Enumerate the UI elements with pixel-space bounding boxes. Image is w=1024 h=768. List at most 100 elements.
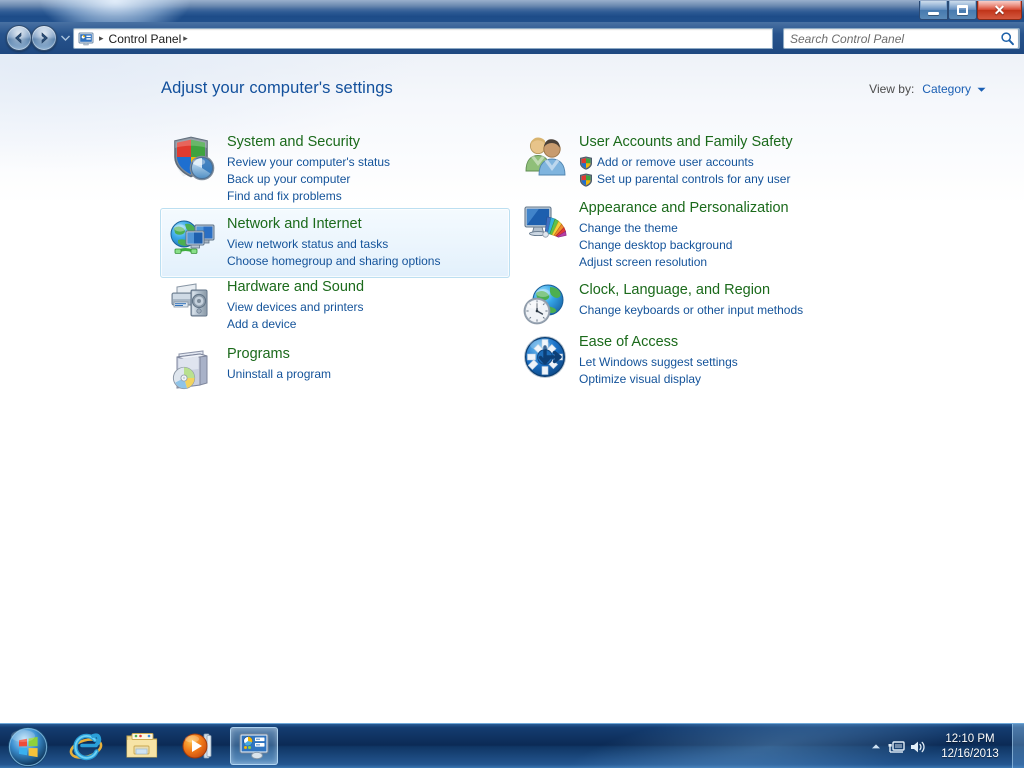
window-controls: ✕ bbox=[919, 1, 1022, 21]
category-link[interactable]: Add or remove user accounts bbox=[579, 154, 793, 171]
show-desktop-button[interactable] bbox=[1012, 724, 1024, 768]
category-ease-of-access[interactable]: Ease of Access Let Windows suggest setti… bbox=[512, 326, 912, 396]
category-texts: Programs Uninstall a program bbox=[227, 345, 331, 383]
link-text: View network status and tasks bbox=[227, 237, 389, 251]
category-title[interactable]: Ease of Access bbox=[579, 334, 738, 351]
category-link[interactable]: Change the theme bbox=[579, 220, 789, 237]
control-panel-window: ✕ ▸ Control Panel ▸ Search Control Panel… bbox=[0, 0, 1024, 723]
address-bar[interactable]: ▸ Control Panel ▸ bbox=[73, 28, 773, 49]
category-grid: System and Security Review your computer… bbox=[0, 54, 1024, 723]
recent-pages-button[interactable] bbox=[60, 34, 70, 42]
category-texts: Ease of Access Let Windows suggest setti… bbox=[579, 333, 738, 388]
breadcrumb-control-panel[interactable]: Control Panel bbox=[109, 32, 182, 46]
folder-icon bbox=[126, 733, 158, 758]
category-appearance-and-personalization[interactable]: Appearance and Personalization Change th… bbox=[512, 192, 912, 279]
close-button[interactable]: ✕ bbox=[977, 1, 1022, 20]
printer-speaker-icon bbox=[169, 278, 217, 326]
link-text: View devices and printers bbox=[227, 300, 364, 314]
volume-tray-icon[interactable] bbox=[907, 724, 928, 768]
software-box-cd-icon bbox=[169, 345, 217, 393]
link-text: Let Windows suggest settings bbox=[579, 355, 738, 369]
category-link[interactable]: Back up your computer bbox=[227, 171, 390, 188]
uac-shield-icon bbox=[579, 155, 593, 170]
category-link[interactable]: Set up parental controls for any user bbox=[579, 171, 793, 188]
network-tray-icon[interactable] bbox=[886, 724, 907, 768]
taskbar-item-control-panel[interactable] bbox=[230, 727, 278, 765]
chevron-down-icon bbox=[60, 35, 70, 41]
show-hidden-icons-button[interactable] bbox=[865, 724, 886, 768]
category-title[interactable]: Appearance and Personalization bbox=[579, 200, 789, 217]
category-link[interactable]: Change desktop background bbox=[579, 237, 789, 254]
minimize-icon bbox=[928, 11, 939, 15]
forward-button[interactable] bbox=[31, 25, 57, 51]
category-network-and-internet[interactable]: Network and Internet View network status… bbox=[160, 208, 510, 278]
category-link[interactable]: View devices and printers bbox=[227, 299, 364, 316]
chevron-up-icon bbox=[871, 744, 880, 749]
category-texts: System and Security Review your computer… bbox=[227, 133, 390, 205]
control-panel-icon bbox=[239, 733, 269, 760]
taskbar: 12:10 PM 12/16/2013 bbox=[0, 723, 1024, 768]
category-texts: Network and Internet View network status… bbox=[227, 215, 440, 270]
category-system-and-security[interactable]: System and Security Review your computer… bbox=[160, 126, 510, 213]
link-text: Optimize visual display bbox=[579, 372, 702, 386]
link-text: Add a device bbox=[227, 317, 297, 331]
link-text: Adjust screen resolution bbox=[579, 255, 708, 269]
windows-start-orb-icon bbox=[7, 726, 48, 767]
category-link[interactable]: Add a device bbox=[227, 316, 364, 333]
titlebar-sheen bbox=[0, 0, 1024, 9]
clock-globe-icon bbox=[521, 281, 569, 329]
category-link[interactable]: Uninstall a program bbox=[227, 366, 331, 383]
category-title[interactable]: Network and Internet bbox=[227, 216, 440, 233]
forward-arrow-icon bbox=[41, 32, 48, 44]
search-box[interactable] bbox=[783, 28, 1019, 49]
category-title[interactable]: System and Security bbox=[227, 134, 390, 151]
category-title[interactable]: Clock, Language, and Region bbox=[579, 282, 803, 299]
taskbar-item-internet-explorer[interactable] bbox=[62, 727, 110, 765]
category-hardware-and-sound[interactable]: Hardware and Sound View devices and prin… bbox=[160, 271, 510, 341]
category-texts: Appearance and Personalization Change th… bbox=[579, 199, 789, 271]
taskbar-item-windows-media-player[interactable] bbox=[174, 727, 222, 765]
category-texts: Hardware and Sound View devices and prin… bbox=[227, 278, 364, 333]
shield-pie-icon bbox=[169, 133, 217, 181]
link-text: Change keyboards or other input methods bbox=[579, 303, 804, 317]
link-text: Change the theme bbox=[579, 221, 678, 235]
window-titlebar[interactable]: ✕ bbox=[0, 0, 1024, 22]
taskbar-items bbox=[62, 726, 286, 766]
content-area: Adjust your computer's settings View by:… bbox=[0, 54, 1024, 723]
category-programs[interactable]: Programs Uninstall a program bbox=[160, 338, 510, 401]
taskbar-item-windows-explorer[interactable] bbox=[118, 727, 166, 765]
search-icon bbox=[996, 31, 1018, 46]
category-link[interactable]: Review your computer's status bbox=[227, 154, 390, 171]
link-text: Uninstall a program bbox=[227, 367, 332, 381]
category-texts: Clock, Language, and Region Change keybo… bbox=[579, 281, 803, 319]
maximize-button[interactable] bbox=[948, 1, 977, 20]
clock-time: 12:10 PM bbox=[945, 732, 995, 745]
start-button[interactable] bbox=[1, 725, 54, 768]
category-link[interactable]: Change keyboards or other input methods bbox=[579, 302, 803, 319]
link-text: Add or remove user accounts bbox=[597, 155, 754, 169]
category-link[interactable]: Optimize visual display bbox=[579, 371, 738, 388]
clock[interactable]: 12:10 PM 12/16/2013 bbox=[928, 724, 1012, 768]
two-people-icon bbox=[521, 133, 569, 181]
breadcrumb-separator-2[interactable]: ▸ bbox=[183, 33, 188, 44]
category-link[interactable]: Adjust screen resolution bbox=[579, 254, 789, 271]
category-link[interactable]: Let Windows suggest settings bbox=[579, 354, 738, 371]
minimize-button[interactable] bbox=[919, 1, 948, 20]
link-text: Find and fix problems bbox=[227, 189, 342, 203]
back-button[interactable] bbox=[6, 25, 32, 51]
category-user-accounts-and-family-safety[interactable]: User Accounts and Family Safety Add or r… bbox=[512, 126, 912, 196]
category-link[interactable]: Find and fix problems bbox=[227, 188, 390, 205]
category-title[interactable]: Programs bbox=[227, 346, 331, 363]
category-link[interactable]: Choose homegroup and sharing options bbox=[227, 253, 440, 270]
category-title[interactable]: User Accounts and Family Safety bbox=[579, 134, 793, 151]
category-title[interactable]: Hardware and Sound bbox=[227, 279, 364, 296]
search-input[interactable] bbox=[790, 30, 996, 47]
clock-date: 12/16/2013 bbox=[941, 747, 999, 760]
breadcrumb-separator-1: ▸ bbox=[99, 33, 104, 43]
uac-shield-icon bbox=[579, 172, 593, 187]
link-text: Change desktop background bbox=[579, 238, 733, 252]
link-text: Choose homegroup and sharing options bbox=[227, 254, 441, 268]
restore-icon bbox=[957, 5, 968, 15]
category-link[interactable]: View network status and tasks bbox=[227, 236, 440, 253]
close-icon: ✕ bbox=[993, 2, 1006, 18]
